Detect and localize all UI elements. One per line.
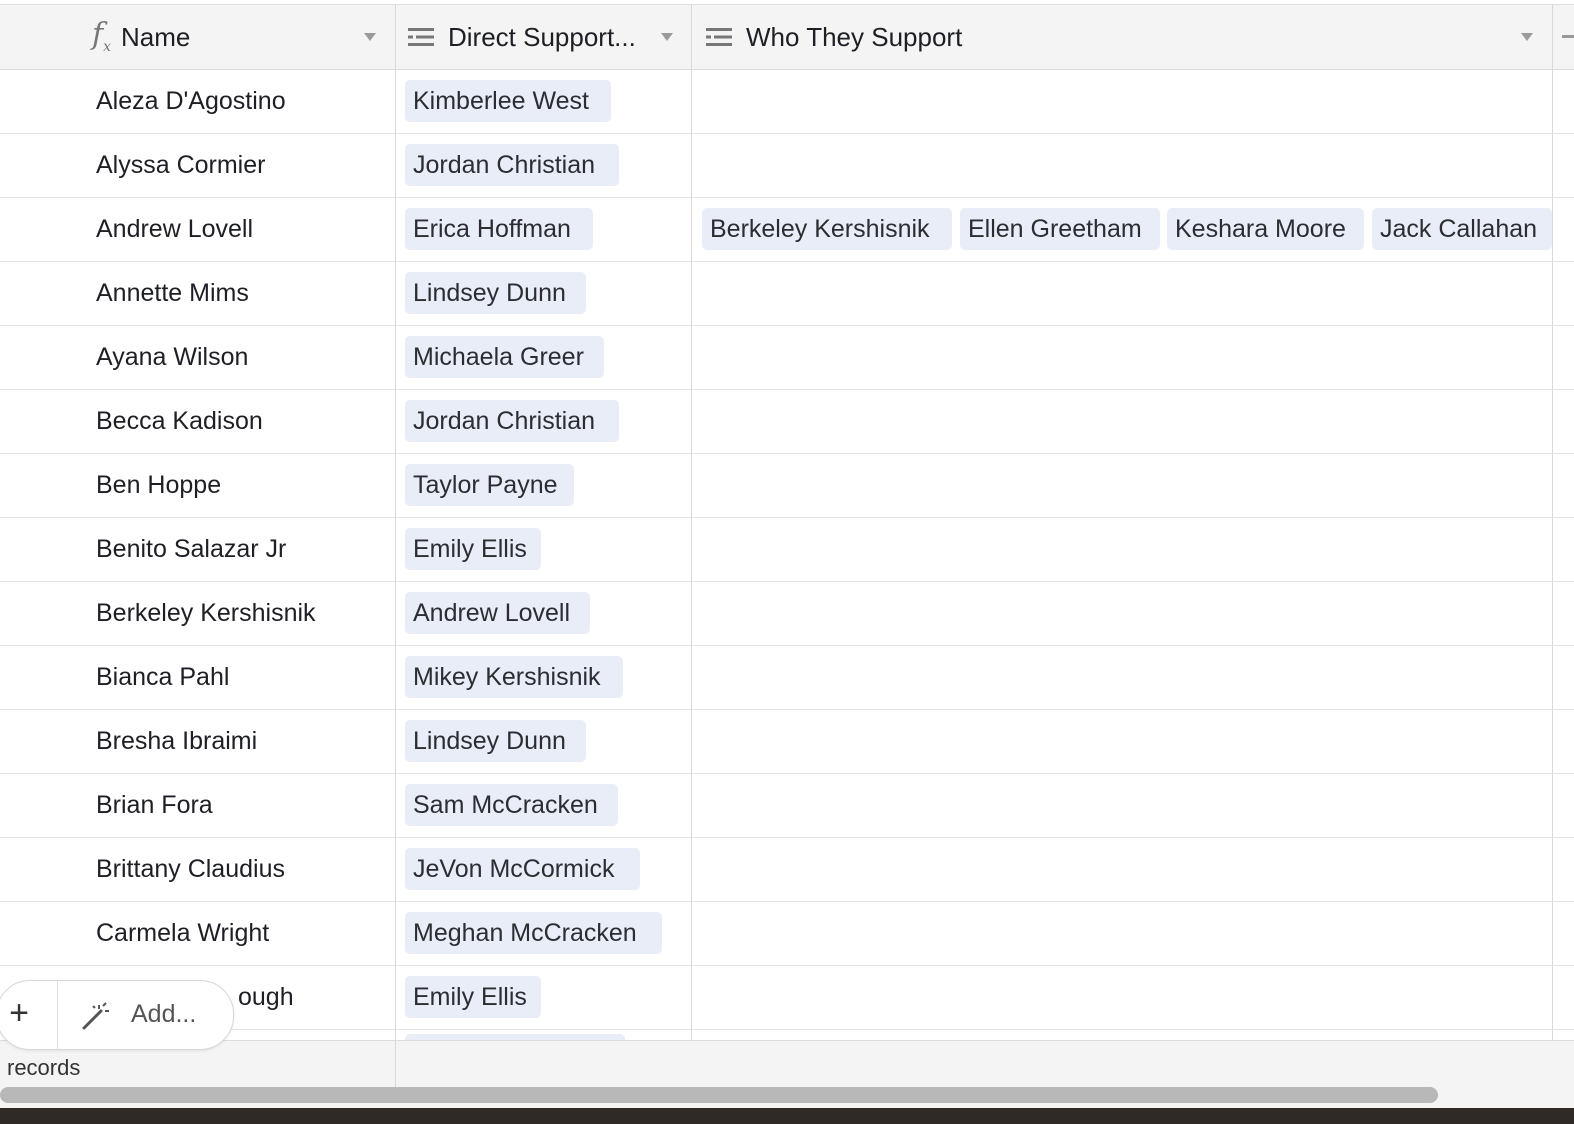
row-name-cell[interactable]: Andrew Lovell — [96, 198, 253, 261]
window-bottom-edge — [0, 1108, 1574, 1124]
direct-support-chip[interactable]: Lindsey Dunn — [405, 272, 586, 314]
row-name-cell[interactable]: Annette Mims — [96, 262, 249, 325]
direct-support-chip[interactable]: Andrew Lovell — [405, 592, 590, 634]
direct-support-chip[interactable]: Michaela Greer — [405, 336, 604, 378]
records-grid: fx Name Direct Support... Who They Suppo… — [0, 0, 1574, 1040]
who-they-support-chip[interactable]: Ellen Greetham — [960, 208, 1160, 250]
summary-bar: records — [0, 1040, 1574, 1109]
direct-support-chip[interactable]: Kimberlee West — [405, 80, 611, 122]
table-row[interactable]: Carmela Wright Meghan McCracken — [0, 902, 1574, 966]
table-row[interactable]: Brian Fora Sam McCracken — [0, 774, 1574, 838]
direct-support-chip[interactable]: Lindsey Dunn — [405, 720, 586, 762]
who-they-support-chip[interactable]: Jack Callahan — [1372, 208, 1552, 250]
pill-divider — [57, 981, 58, 1049]
direct-support-chip[interactable]: JeVon McCormick — [405, 848, 640, 890]
horizontal-scrollbar[interactable] — [0, 1087, 1438, 1103]
chevron-down-icon[interactable] — [364, 33, 376, 41]
row-name-cell[interactable]: Alyssa Cormier — [96, 134, 265, 197]
add-button-label[interactable]: Add... — [131, 1000, 196, 1029]
table-row[interactable]: Berkeley Kershisnik Andrew Lovell — [0, 582, 1574, 646]
table-row[interactable]: Bianca Pahl Mikey Kershisnik — [0, 646, 1574, 710]
table-row[interactable]: Alyssa Cormier Jordan Christian — [0, 134, 1574, 198]
column-label-name: Name — [121, 21, 191, 52]
direct-support-chip[interactable]: Jordan Christian — [405, 144, 619, 186]
row-name-cell[interactable]: Benito Salazar Jr — [96, 518, 286, 581]
row-name-cell[interactable]: ough — [238, 966, 294, 1029]
summary-divider — [395, 1041, 396, 1087]
formula-icon: fx — [92, 17, 112, 55]
add-record-control: + Add... — [0, 980, 234, 1050]
column-label-who-they-support: Who They Support — [746, 21, 963, 52]
table-row[interactable]: Aleza D'Agostino Kimberlee West — [0, 70, 1574, 134]
direct-support-chip[interactable]: Sam McCracken — [405, 784, 618, 826]
row-name-cell[interactable]: Carmela Wright — [96, 902, 269, 965]
table-row[interactable]: Annette Mims Lindsey Dunn — [0, 262, 1574, 326]
table-row[interactable]: Ben Hoppe Taylor Payne — [0, 454, 1574, 518]
column-label-direct-support: Direct Support... — [448, 21, 636, 52]
row-name-cell[interactable]: Becca Kadison — [96, 390, 263, 453]
chevron-down-icon[interactable] — [1521, 33, 1533, 41]
direct-support-chip[interactable]: Emily Ellis — [405, 528, 541, 570]
add-record-button[interactable]: + — [0, 993, 39, 1033]
linked-record-icon — [408, 28, 434, 46]
row-name-cell[interactable]: Ayana Wilson — [96, 326, 248, 389]
records-count-label: records — [7, 1055, 81, 1080]
table-row[interactable]: Brittany Claudius JeVon McCormick — [0, 838, 1574, 902]
chevron-down-icon[interactable] — [661, 33, 673, 41]
direct-support-chip[interactable]: Mikey Kershisnik — [405, 656, 623, 698]
direct-support-chip[interactable]: Emily Ellis — [405, 976, 541, 1018]
row-name-cell[interactable]: Brian Fora — [96, 774, 213, 837]
row-name-cell[interactable]: Bresha Ibraimi — [96, 710, 257, 773]
row-name-cell[interactable]: Bianca Pahl — [96, 646, 229, 709]
column-header-name[interactable]: fx Name — [92, 5, 392, 69]
direct-support-chip[interactable]: Meghan McCracken — [405, 912, 662, 954]
direct-support-chip[interactable]: Jordan Christian — [405, 400, 619, 442]
row-name-cell[interactable]: Berkeley Kershisnik — [96, 582, 316, 645]
table-row[interactable]: Andrew Lovell Erica Hoffman Berkeley Kersh… — [0, 198, 1574, 262]
column-header-direct-support[interactable]: Direct Support... — [406, 5, 690, 69]
table-row[interactable]: Ayana Wilson Michaela Greer — [0, 326, 1574, 390]
table-row[interactable]: Benito Salazar Jr Emily Ellis — [0, 518, 1574, 582]
column-header-row: fx Name Direct Support... Who They Suppo… — [0, 4, 1574, 70]
who-they-support-chip[interactable]: Keshara Moore — [1167, 208, 1364, 250]
table-row[interactable]: Becca Kadison Jordan Christian — [0, 390, 1574, 454]
table-row[interactable]: ough Emily Ellis — [0, 966, 1574, 1030]
row-name-cell[interactable]: Brittany Claudius — [96, 838, 285, 901]
next-column-edge — [1562, 35, 1574, 38]
linked-record-icon — [706, 28, 732, 46]
row-name-cell[interactable]: Aleza D'Agostino — [96, 70, 286, 133]
row-name-cell[interactable]: Ben Hoppe — [96, 454, 221, 517]
magic-wand-icon[interactable] — [81, 1001, 111, 1036]
direct-support-chip[interactable]: Taylor Payne — [405, 464, 574, 506]
direct-support-chip[interactable]: Erica Hoffman — [405, 208, 593, 250]
table-row[interactable]: Bresha Ibraimi Lindsey Dunn — [0, 710, 1574, 774]
column-header-who-they-support[interactable]: Who They Support — [704, 5, 1554, 69]
who-they-support-chip[interactable]: Berkeley Kershisnik — [702, 208, 952, 250]
